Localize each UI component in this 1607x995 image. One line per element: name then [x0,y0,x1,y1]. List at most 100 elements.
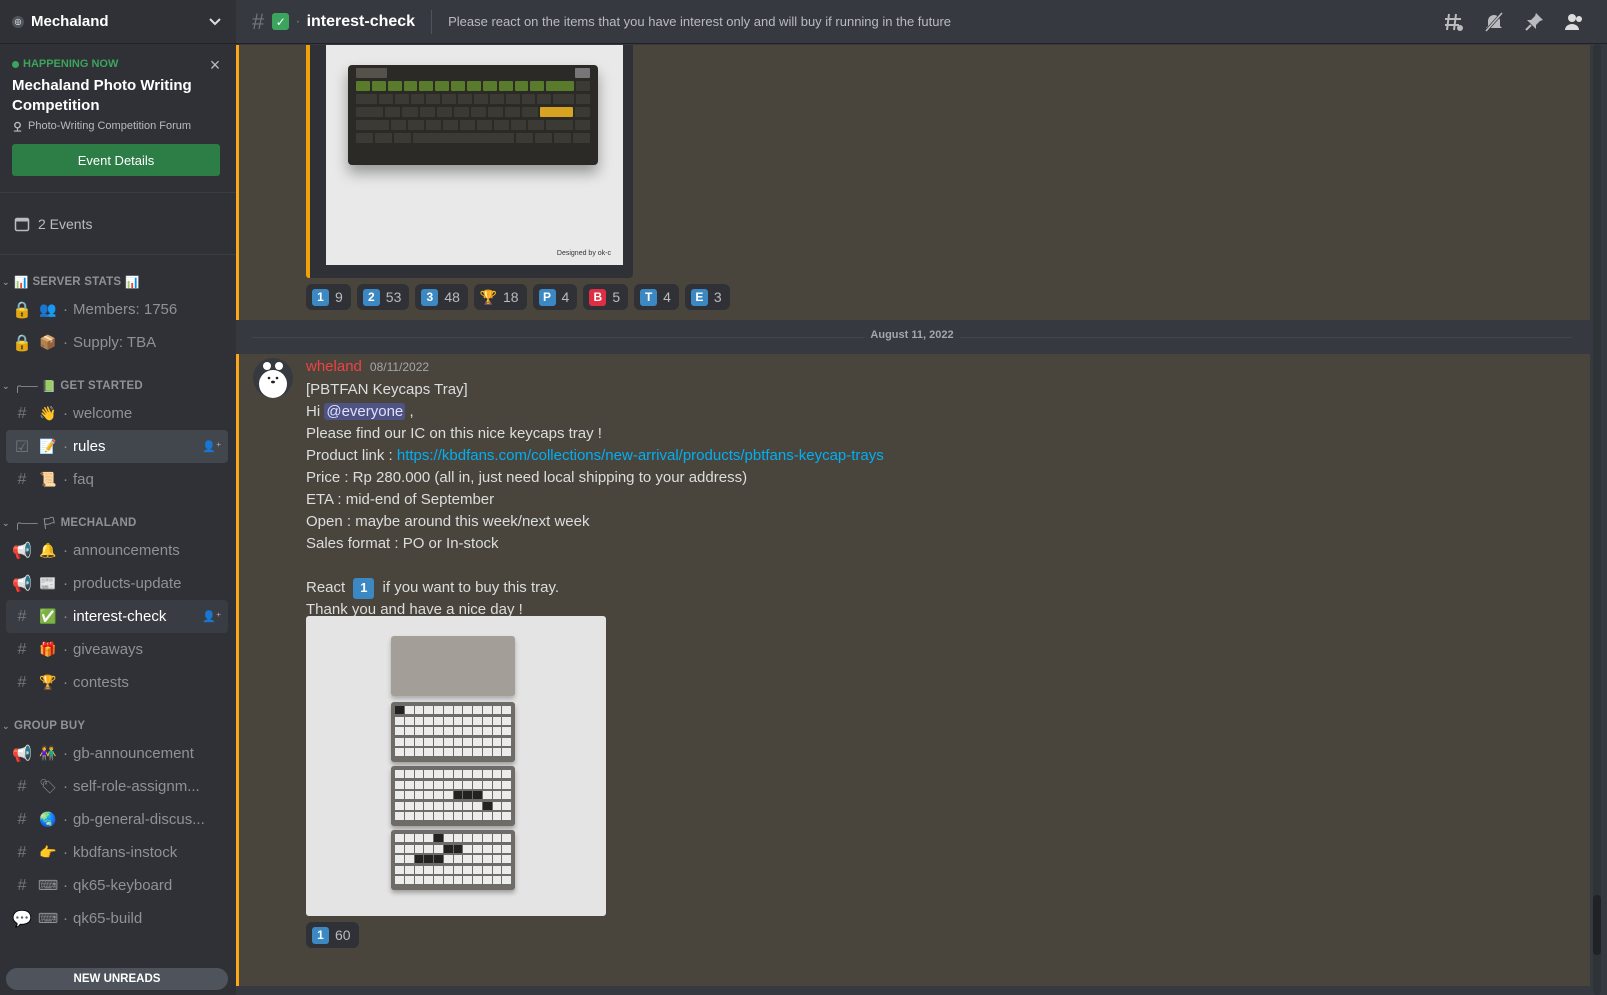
channel-giveaways[interactable]: # 🎁 · giveaways [6,633,228,666]
chevron-down-icon: ⌄ [2,276,10,287]
event-details-button[interactable]: Event Details [12,144,220,176]
keyboard-image[interactable]: Designed by ok-c [326,45,623,265]
rules-channel-icon: ☑ [14,438,30,456]
category-server-stats[interactable]: ⌄ 📊 SERVER STATS 📊 [0,271,236,293]
reaction-bar: 19 2 53 3 48 🏆 18 P4 B5 T4 E3 [306,284,730,310]
hashtag-icon: # [17,404,27,422]
threads-icon[interactable] [1443,11,1465,33]
reaction-t[interactable]: T4 [634,284,679,310]
avatar[interactable] [253,358,293,398]
chevron-down-icon: ⌄ [2,517,10,528]
message-line: Price : Rp 280.000 (all in, just need lo… [306,469,748,486]
message-line: Hi @everyone , [306,403,414,420]
tray-2 [391,766,515,826]
lock-icon: 🔒 [12,334,32,352]
channel-gb-announcement[interactable]: 📢 👫 · gb-announcement [6,737,228,770]
channel-faq[interactable]: # 📜 · faq [6,463,228,496]
channel-kbdfans-instock[interactable]: # 👉 · kbdfans-instock [6,836,228,869]
close-icon[interactable]: × [208,56,222,74]
channel-contests[interactable]: # 🏆 · contests [6,666,228,699]
channel-members[interactable]: 🔒 👥 · Members: 1756 [6,293,228,326]
hashtag-icon: # [17,673,27,691]
reaction-trophy[interactable]: 🏆 18 [473,284,527,310]
letter-e-emoji-icon: E [690,288,708,306]
category-group-buy[interactable]: ⌄ GROUP BUY [0,715,236,737]
reaction-1[interactable]: 1 60 [306,922,359,948]
member-list-icon[interactable] [1563,11,1585,33]
channel-products-update[interactable]: 📢 📰 · products-update [6,567,228,600]
megaphone-icon: 📢 [12,745,32,763]
chevron-down-icon[interactable] [208,15,222,29]
message-list[interactable]: Designed by ok-c 19 2 53 3 48 🏆 18 P4 B5 T4… [236,45,1590,995]
reaction-bar: 1 60 [306,922,359,948]
channel-topic[interactable]: Please react on the items that you have … [448,14,1443,29]
server-header[interactable]: ◎ Mechaland [0,0,236,44]
events-link[interactable]: 2 Events [0,193,236,255]
polar-bear-avatar-icon [259,362,287,398]
tray-3 [391,830,515,890]
scrollbar-thumb[interactable] [1593,895,1601,955]
event-status: HAPPENING NOW [12,58,224,70]
event-title: Mechaland Photo Writing Competition [12,77,192,114]
channel-supply[interactable]: 🔒 📦 · Supply: TBA [6,326,228,359]
check-emoji-icon: ✅ [39,608,57,624]
new-unreads-button[interactable]: NEW UNREADS [6,968,228,990]
keycap-tray-image[interactable] [306,616,606,916]
channel-interest-check[interactable]: # ✅ · interest-check 👤⁺ [6,600,228,633]
globe-emoji-icon: 🌏 [39,811,57,827]
message-line: Open : maybe around this week/next week [306,513,590,530]
channel-qk65-keyboard[interactable]: # ⌨ · qk65-keyboard [6,869,228,902]
invite-icon[interactable]: 👤⁺ [202,610,222,623]
scrollbar[interactable] [1593,44,1601,995]
tag-emoji-icon: 🏷 [39,778,57,794]
reaction-e[interactable]: E3 [684,284,730,310]
channel-rules[interactable]: ☑ 📝 · rules 👤⁺ [6,430,228,463]
author-name[interactable]: wheland [306,358,362,375]
keycap-1-emoji-icon: 1 [312,288,329,306]
product-link[interactable]: https://kbdfans.com/collections/new-arri… [397,447,884,464]
keycap-2-emoji-icon: 2 [362,288,380,306]
check-emoji-icon: ✓ [272,13,290,30]
reaction-p[interactable]: P4 [532,284,578,310]
category-get-started[interactable]: ⌄ ╭── 📗 GET STARTED [0,375,236,397]
chart-emoji-icon: 📊 [14,277,29,289]
pin-icon[interactable] [1523,11,1545,33]
chevron-down-icon: ⌄ [2,380,10,391]
forum-icon: 💬 [12,910,32,928]
mute-bell-icon[interactable] [1483,11,1505,33]
message-previous: Designed by ok-c 19 2 53 3 48 🏆 18 P4 B5 T4… [236,45,1590,320]
reaction-b[interactable]: B5 [583,284,629,310]
letter-b-emoji-icon: B [589,288,607,306]
reaction-1[interactable]: 19 [306,284,351,310]
channel-header: # ✓ · interest-check Please react on the… [236,0,1607,44]
message-pbtfan: wheland 08/11/2022 [PBTFAN Keycaps Tray]… [236,354,1590,986]
channel-sidebar: ◎ Mechaland HAPPENING NOW × Mechaland Ph… [0,0,236,995]
trophy-emoji-icon: 🏆 [39,674,57,690]
scroll-emoji-icon: 📜 [39,471,57,487]
bell-emoji-icon: 🔔 [39,542,57,558]
channel-gb-general[interactable]: # 🌏 · gb-general-discus... [6,803,228,836]
message-content: [PBTFAN Keycaps Tray] Hi @everyone , Ple… [306,379,1206,621]
invite-icon[interactable]: 👤⁺ [202,440,222,453]
message-header: wheland 08/11/2022 [306,358,429,375]
keycap-1-emoji-icon: 1 [312,926,329,944]
message-line: Sales format : PO or In-stock [306,535,499,552]
channel-qk65-build[interactable]: 💬 ⌨ · qk65-build [6,902,228,935]
reaction-2[interactable]: 2 53 [356,284,410,310]
server-boost-icon: ◎ [12,15,24,28]
reaction-3[interactable]: 3 48 [415,284,468,310]
category-mechaland[interactable]: ⌄ ╭── 🏳 MECHALAND [0,512,236,534]
message-line: [PBTFAN Keycaps Tray] [306,381,468,398]
channel-announcements[interactable]: 📢 🔔 · announcements [6,534,228,567]
newspaper-emoji-icon: 📰 [39,575,57,591]
everyone-mention[interactable]: @everyone [324,403,406,420]
megaphone-icon: 📢 [12,542,32,560]
channel-self-role[interactable]: # 🏷 · self-role-assignm... [6,770,228,803]
hashtag-icon: # [252,8,265,34]
channel-welcome[interactable]: # 👋 · welcome [6,397,228,430]
tray-lid [391,636,515,696]
pointing-hand-emoji-icon: 👉 [39,844,57,860]
keycap-1-emoji-icon: 1 [353,577,375,599]
keyboard-emoji-icon: ⌨ [37,877,59,893]
